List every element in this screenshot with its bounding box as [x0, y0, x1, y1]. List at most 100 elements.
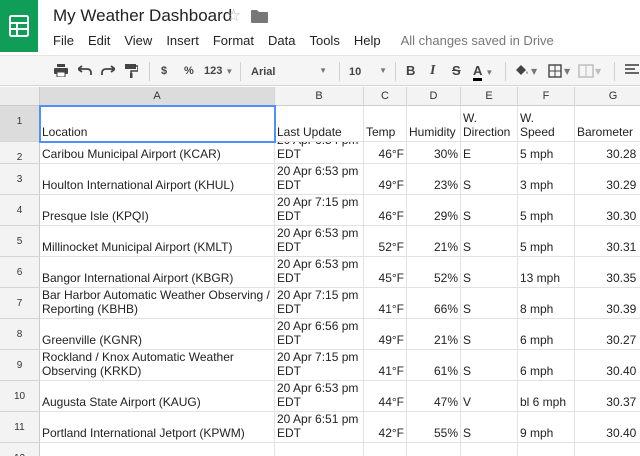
- table-cell[interactable]: 45°F: [364, 257, 407, 288]
- header-cell[interactable]: Humidity: [407, 106, 461, 142]
- header-cell[interactable]: W. Direction: [461, 106, 518, 142]
- menu-insert[interactable]: Insert: [166, 33, 199, 49]
- row-header-11[interactable]: 11: [0, 412, 40, 443]
- bold-button[interactable]: B: [406, 62, 415, 80]
- table-cell[interactable]: 5 mph: [518, 226, 575, 257]
- save-status[interactable]: All changes saved in Drive: [401, 33, 554, 49]
- table-cell[interactable]: S: [461, 319, 518, 350]
- table-cell[interactable]: 61%: [407, 350, 461, 381]
- row-header-12[interactable]: 12: [0, 443, 40, 456]
- header-cell[interactable]: Last Update: [275, 106, 364, 142]
- select-all-corner[interactable]: [0, 87, 40, 106]
- column-header-a[interactable]: A: [40, 87, 275, 106]
- text-color-button[interactable]: A ▼: [473, 62, 493, 81]
- table-cell[interactable]: 66%: [407, 288, 461, 319]
- table-cell[interactable]: [575, 443, 640, 456]
- table-cell[interactable]: [364, 443, 407, 456]
- table-cell[interactable]: 49°F: [364, 319, 407, 350]
- menu-view[interactable]: View: [124, 33, 152, 49]
- row-header-8[interactable]: 8: [0, 319, 40, 350]
- row-header-10[interactable]: 10: [0, 381, 40, 412]
- italic-button[interactable]: I: [430, 62, 435, 80]
- table-cell[interactable]: 20 Apr 6:51 pm EDT: [275, 412, 364, 443]
- table-cell[interactable]: V: [461, 381, 518, 412]
- table-cell[interactable]: S: [461, 288, 518, 319]
- table-cell[interactable]: 20 Apr 6:53 pm EDT: [275, 164, 364, 195]
- table-cell[interactable]: Bangor International Airport (KBGR): [40, 257, 275, 288]
- table-cell[interactable]: 9 mph: [518, 412, 575, 443]
- table-cell[interactable]: 20 Apr 6:53 pm EDT: [275, 257, 364, 288]
- table-cell[interactable]: S: [461, 350, 518, 381]
- table-cell[interactable]: 8 mph: [518, 288, 575, 319]
- table-cell[interactable]: [275, 443, 364, 456]
- percent-format-button[interactable]: %: [184, 62, 194, 80]
- menu-help[interactable]: Help: [354, 33, 381, 49]
- table-cell[interactable]: Greenville (KGNR): [40, 319, 275, 350]
- column-header-g[interactable]: G: [575, 87, 640, 106]
- table-cell[interactable]: 30.39 in: [575, 288, 640, 319]
- table-cell[interactable]: 20 Apr 6:53 pm EDT: [275, 226, 364, 257]
- table-cell[interactable]: 52°F: [364, 226, 407, 257]
- table-cell[interactable]: 20 Apr 6:54 pm EDT: [275, 142, 364, 164]
- row-header-5[interactable]: 5: [0, 226, 40, 257]
- folder-icon[interactable]: [251, 9, 268, 28]
- menu-format[interactable]: Format: [213, 33, 254, 49]
- row-header-6[interactable]: 6: [0, 257, 40, 288]
- header-cell[interactable]: Barometer: [575, 106, 640, 142]
- paint-format-icon[interactable]: [125, 62, 138, 80]
- header-cell[interactable]: Temp: [364, 106, 407, 142]
- menu-data[interactable]: Data: [268, 33, 295, 49]
- table-cell[interactable]: 30.35 in: [575, 257, 640, 288]
- column-header-f[interactable]: F: [518, 87, 575, 106]
- table-cell[interactable]: 3 mph: [518, 164, 575, 195]
- star-icon[interactable]: ☆: [226, 6, 241, 26]
- fill-color-button[interactable]: ▼: [514, 62, 538, 80]
- table-cell[interactable]: Caribou Municipal Airport (KCAR): [40, 142, 275, 164]
- table-cell[interactable]: 30.28 in: [575, 142, 640, 164]
- table-cell[interactable]: Augusta State Airport (KAUG): [40, 381, 275, 412]
- table-cell[interactable]: 30.30 in: [575, 195, 640, 226]
- menu-tools[interactable]: Tools: [309, 33, 339, 49]
- table-cell[interactable]: 44°F: [364, 381, 407, 412]
- table-cell[interactable]: 6 mph: [518, 350, 575, 381]
- strikethrough-button[interactable]: S: [452, 62, 461, 80]
- table-cell[interactable]: S: [461, 226, 518, 257]
- table-cell[interactable]: [407, 443, 461, 456]
- table-cell[interactable]: S: [461, 257, 518, 288]
- table-cell[interactable]: 46°F: [364, 195, 407, 226]
- table-cell[interactable]: bl 6 mph: [518, 381, 575, 412]
- row-header-3[interactable]: 3: [0, 164, 40, 195]
- document-title[interactable]: My Weather Dashboard: [53, 6, 232, 26]
- column-header-c[interactable]: C: [364, 87, 407, 106]
- merge-cells-button[interactable]: ▼: [578, 62, 602, 80]
- table-cell[interactable]: 23%: [407, 164, 461, 195]
- currency-format-button[interactable]: $: [161, 62, 167, 80]
- row-header-4[interactable]: 4: [0, 195, 40, 226]
- table-cell[interactable]: 6 mph: [518, 319, 575, 350]
- table-cell[interactable]: 55%: [407, 412, 461, 443]
- table-cell[interactable]: S: [461, 195, 518, 226]
- table-cell[interactable]: 46°F: [364, 142, 407, 164]
- menu-edit[interactable]: Edit: [88, 33, 110, 49]
- table-cell[interactable]: 30.29 in: [575, 164, 640, 195]
- table-cell[interactable]: 30.27 in: [575, 319, 640, 350]
- table-cell[interactable]: 5 mph: [518, 142, 575, 164]
- table-cell[interactable]: Bar Harbor Automatic Weather Observing /…: [40, 288, 275, 319]
- undo-icon[interactable]: [78, 62, 92, 80]
- header-cell[interactable]: W. Speed: [518, 106, 575, 142]
- table-cell[interactable]: 47%: [407, 381, 461, 412]
- font-family-select[interactable]: Arial ▼: [251, 62, 331, 80]
- table-cell[interactable]: 20 Apr 6:56 pm EDT: [275, 319, 364, 350]
- row-header-2[interactable]: 2: [0, 142, 40, 164]
- table-cell[interactable]: 30.40 in: [575, 350, 640, 381]
- table-cell[interactable]: Houlton International Airport (KHUL): [40, 164, 275, 195]
- table-cell[interactable]: E: [461, 142, 518, 164]
- table-cell[interactable]: 20 Apr 7:15 pm EDT: [275, 288, 364, 319]
- table-cell[interactable]: 30.40 in: [575, 412, 640, 443]
- table-cell[interactable]: 41°F: [364, 350, 407, 381]
- number-format-button[interactable]: 123 ▼: [204, 62, 233, 80]
- column-header-b[interactable]: B: [275, 87, 364, 106]
- table-cell[interactable]: [40, 443, 275, 456]
- table-cell[interactable]: 13 mph: [518, 257, 575, 288]
- redo-icon[interactable]: [101, 62, 115, 80]
